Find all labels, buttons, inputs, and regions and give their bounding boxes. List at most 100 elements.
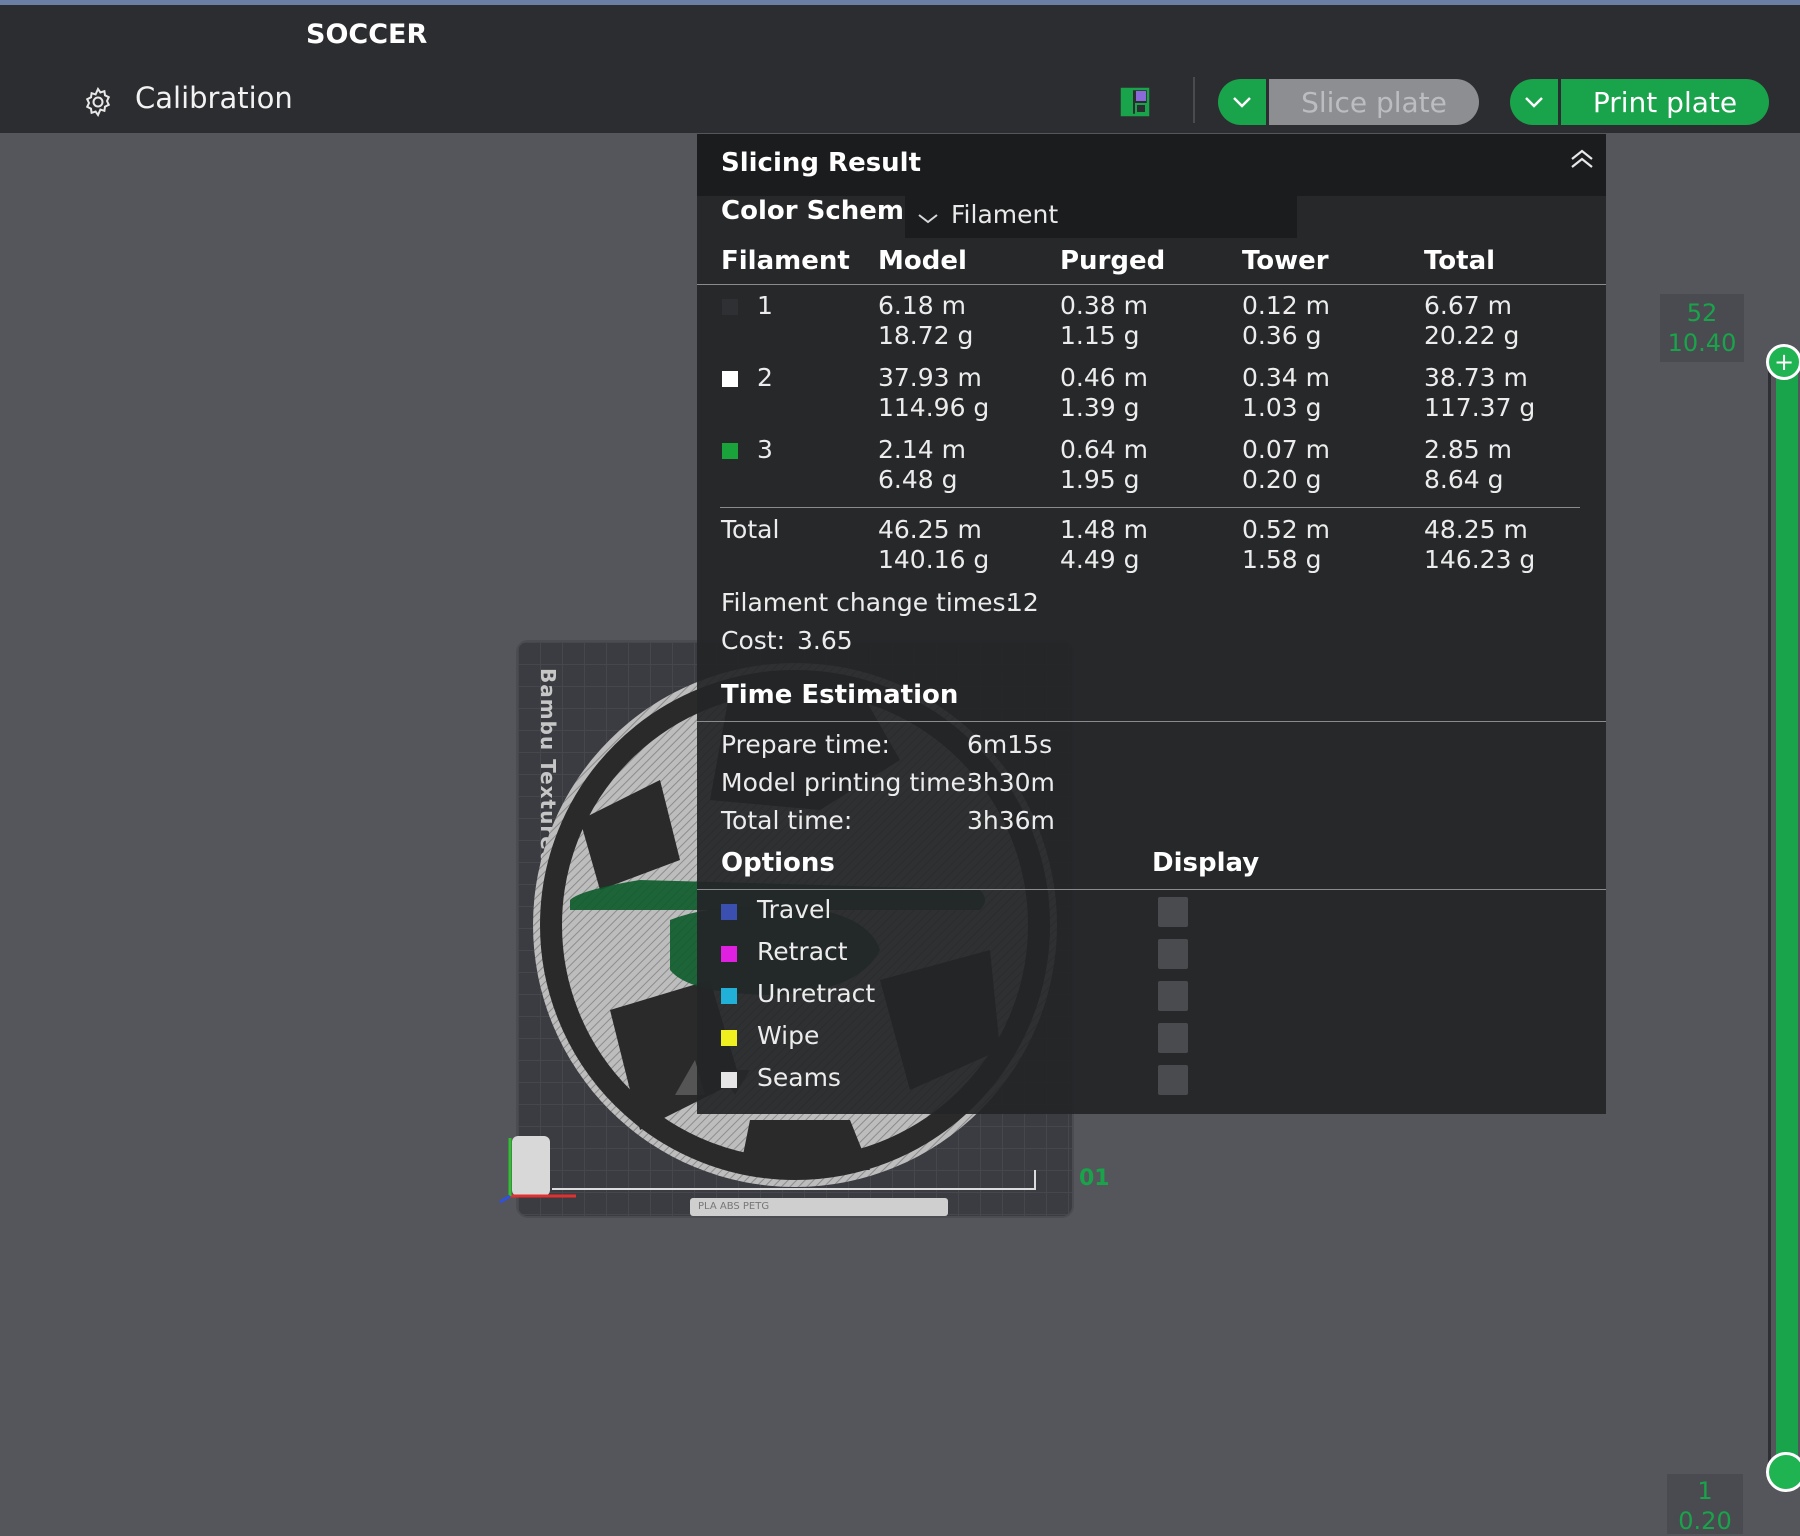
total-weight: 8.64 g [1424, 465, 1504, 494]
table-total-divider [720, 507, 1580, 508]
purged-length: 1.48 m [1060, 515, 1148, 544]
option-label: Unretract [757, 979, 876, 1008]
color-scheme-value: Filament [951, 200, 1059, 229]
column-header-purged: Purged [1060, 246, 1166, 276]
options-divider [697, 889, 1606, 890]
top-layer-height: 10.40 [1667, 329, 1737, 357]
seams-color-swatch [721, 1072, 737, 1088]
filament-color-swatch [722, 299, 738, 315]
slice-plate-button[interactable]: Slice plate [1269, 79, 1479, 125]
option-label: Travel [757, 895, 832, 924]
print-options-button[interactable] [1510, 79, 1558, 125]
retract-color-swatch [721, 946, 737, 962]
top-toolbar: SOCCER Calibration Slice plate Print pla… [0, 5, 1800, 133]
filament-id: 1 [757, 291, 773, 320]
total-length: 2.85 m [1424, 435, 1512, 464]
slice-options-button[interactable] [1218, 79, 1266, 125]
model-length: 37.93 m [878, 363, 982, 392]
model-weight: 140.16 g [878, 545, 990, 574]
layer-slider-top-handle[interactable]: + [1766, 344, 1800, 380]
filament-change-label: Filament change times: [721, 588, 1014, 617]
model-weight: 18.72 g [878, 321, 974, 350]
chevron-down-icon [918, 214, 938, 224]
model-printing-time-label: Model printing time: [721, 768, 975, 797]
purged-weight: 1.95 g [1060, 465, 1140, 494]
option-label: Seams [757, 1063, 841, 1092]
purged-length: 0.38 m [1060, 291, 1148, 320]
tower-length: 0.07 m [1242, 435, 1330, 464]
project-title: SOCCER [306, 19, 428, 50]
plate-number: 01 [1079, 1166, 1110, 1191]
print-plate-button[interactable]: Print plate [1561, 79, 1769, 125]
wipe-color-swatch [721, 1030, 737, 1046]
color-scheme-label: Color Scheme [721, 196, 922, 226]
purged-weight: 1.39 g [1060, 393, 1140, 422]
chevron-down-icon [1233, 97, 1251, 108]
model-weight: 6.48 g [878, 465, 958, 494]
tower-weight: 1.58 g [1242, 545, 1322, 574]
column-header-tower: Tower [1242, 246, 1329, 276]
total-weight: 146.23 g [1424, 545, 1536, 574]
option-label: Wipe [757, 1021, 820, 1050]
layer-top-readout: 52 10.40 [1660, 294, 1744, 362]
toolbar-separator [1193, 77, 1195, 123]
model-printing-time-value: 3h30m [967, 768, 1055, 797]
wipe-display-checkbox[interactable] [1158, 1023, 1188, 1053]
column-header-filament: Filament [721, 246, 850, 276]
layer-slider-track[interactable] [1776, 365, 1798, 1475]
cost-label: Cost: [721, 626, 786, 655]
calibration-tab[interactable]: Calibration [135, 81, 293, 115]
tower-weight: 1.03 g [1242, 393, 1322, 422]
table-header-divider [697, 284, 1606, 285]
total-length: 38.73 m [1424, 363, 1528, 392]
panel-title: Slicing Result [721, 148, 922, 178]
layer-slider-rail [1768, 365, 1771, 1475]
bottom-layer-height: 0.20 [1678, 1507, 1732, 1535]
slicing-result-panel: Slicing Result Color Scheme Filament Fil… [697, 134, 1606, 1114]
filament-id: 2 [757, 363, 773, 392]
prepare-time-label: Prepare time: [721, 730, 890, 759]
panel-header: Slicing Result [697, 134, 1606, 196]
purged-weight: 1.15 g [1060, 321, 1140, 350]
model-length: 2.14 m [878, 435, 966, 464]
total-weight: 117.37 g [1424, 393, 1536, 422]
filament-id: 3 [757, 435, 773, 464]
tower-length: 0.34 m [1242, 363, 1330, 392]
total-weight: 20.22 g [1424, 321, 1520, 350]
model-weight: 114.96 g [878, 393, 990, 422]
color-scheme-select[interactable]: Filament [905, 194, 1297, 238]
unretract-display-checkbox[interactable] [1158, 981, 1188, 1011]
options-title: Options [721, 848, 835, 878]
plate-border-tick [1034, 1170, 1036, 1190]
filament-change-value: 12 [1007, 588, 1039, 617]
filament-color-swatch [722, 443, 738, 459]
total-time-label: Total time: [721, 806, 853, 835]
layout-icon[interactable] [1120, 87, 1150, 117]
tower-weight: 0.20 g [1242, 465, 1322, 494]
purged-weight: 4.49 g [1060, 545, 1140, 574]
cost-value: 3.65 [797, 626, 853, 655]
time-estimation-title: Time Estimation [721, 680, 959, 710]
plus-icon: + [1773, 348, 1795, 376]
filament-color-swatch [722, 371, 738, 387]
total-length: 48.25 m [1424, 515, 1528, 544]
retract-display-checkbox[interactable] [1158, 939, 1188, 969]
column-header-total: Total [1424, 246, 1496, 276]
layer-bottom-readout: 1 0.20 [1667, 1474, 1743, 1535]
tower-length: 0.12 m [1242, 291, 1330, 320]
column-header-model: Model [878, 246, 967, 276]
travel-color-swatch [721, 904, 737, 920]
seams-display-checkbox[interactable] [1158, 1065, 1188, 1095]
double-chevron-up-icon[interactable] [1569, 148, 1595, 170]
option-label: Retract [757, 937, 848, 966]
tower-weight: 0.36 g [1242, 321, 1322, 350]
total-length: 6.67 m [1424, 291, 1512, 320]
tower-length: 0.52 m [1242, 515, 1330, 544]
purged-length: 0.64 m [1060, 435, 1148, 464]
plate-filament-tab[interactable]: PLA ABS PETG [690, 1198, 948, 1216]
total-label: Total [721, 515, 780, 544]
layer-slider-bottom-handle[interactable] [1766, 1452, 1800, 1492]
purged-length: 0.46 m [1060, 363, 1148, 392]
gear-icon[interactable] [83, 87, 113, 117]
travel-display-checkbox[interactable] [1158, 897, 1188, 927]
